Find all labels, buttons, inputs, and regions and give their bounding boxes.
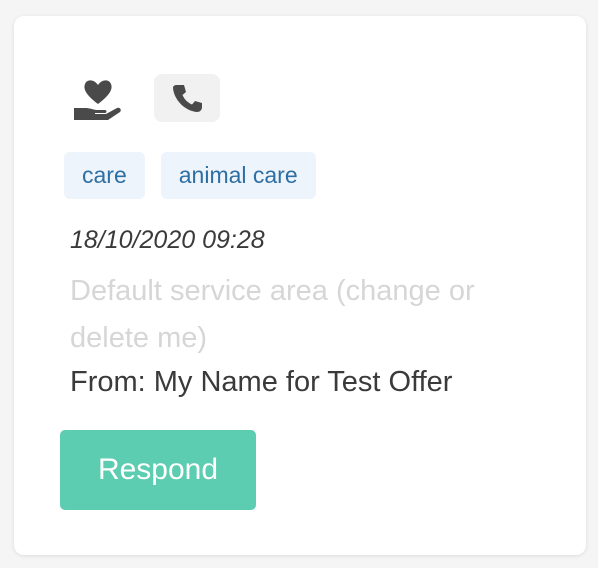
tag-care: care [64, 152, 145, 199]
tag-animal-care: animal care [160, 152, 316, 199]
hand-heart-icon [70, 72, 126, 124]
offer-card: care animal care 18/10/2020 09:28 Defaul… [14, 16, 586, 555]
tag-list: care animal care [64, 152, 316, 199]
icon-row [70, 72, 220, 124]
offer-from-text: From: My Name for Test Offer [70, 366, 453, 398]
respond-button[interactable]: Respond [60, 430, 256, 510]
phone-icon[interactable] [154, 74, 220, 122]
service-area-text: Default service area (change or delete m… [70, 275, 475, 354]
offer-timestamp: 18/10/2020 09:28 [70, 226, 265, 254]
